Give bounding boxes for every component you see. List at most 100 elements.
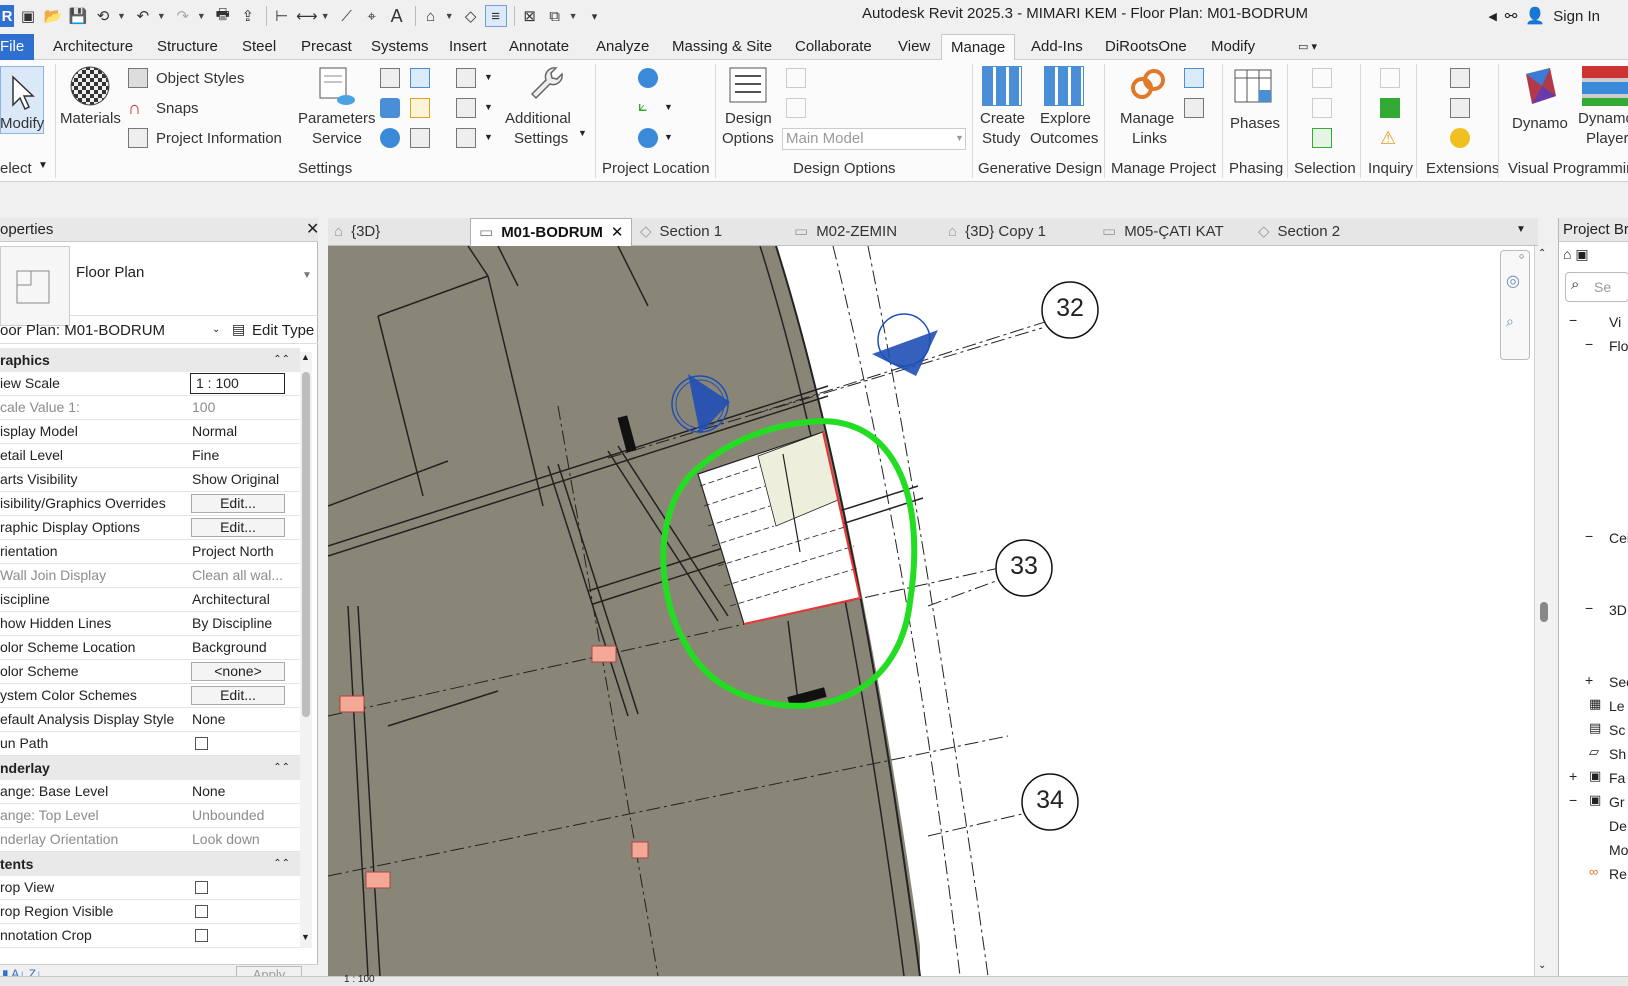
phases-label[interactable]: Phases (1230, 115, 1280, 132)
design-option-select[interactable]: Main Model (782, 128, 966, 150)
tab-list-dropdown-icon[interactable]: ▼ (1516, 224, 1526, 235)
coordinates-icon[interactable]: ⟀ (638, 98, 658, 118)
browser-item-sheets[interactable]: Sh (1609, 746, 1626, 762)
properties-scrollbar[interactable]: ▲ ▼ (300, 352, 312, 948)
3d-view-dropdown-icon[interactable]: ▼ (445, 11, 454, 21)
scroll-up-icon[interactable]: ▲ (301, 352, 310, 362)
extension-1-icon[interactable] (1450, 68, 1470, 88)
study-label[interactable]: Study (982, 130, 1020, 147)
manage-label[interactable]: Manage (1120, 110, 1174, 127)
browser-item-3d-views[interactable]: 3D (1609, 602, 1627, 618)
sign-in[interactable]: ◀ ⚯ 👤 Sign In (1488, 6, 1600, 26)
section-icon[interactable]: ◇ (460, 5, 482, 27)
redo-icon[interactable]: ↷ (172, 5, 194, 27)
options-label[interactable]: Options (722, 130, 774, 147)
chevron-left-icon[interactable]: ◀ (1488, 10, 1496, 23)
dimension-icon[interactable]: ⟷ (296, 5, 318, 27)
snaps-icon[interactable]: ∩ (128, 98, 148, 118)
tab-manage[interactable]: Manage (941, 34, 1016, 61)
tab-massing-site[interactable]: Massing & Site (670, 34, 774, 60)
measure-icon[interactable]: ⊢ (271, 5, 293, 27)
category-graphics[interactable]: raphics ⌃⌃ (0, 348, 300, 372)
tab-m01-bodrum[interactable]: ▭ M01-BODRUM ✕ (470, 218, 633, 246)
extension-2-icon[interactable] (1450, 98, 1470, 118)
category-underlay[interactable]: nderlay ⌃⌃ (0, 756, 300, 780)
canvas-vertical-scrollbar[interactable]: ⌃ ⌄ (1534, 246, 1552, 976)
browser-item-floor-plans[interactable]: Flo (1609, 338, 1628, 354)
sync-dropdown-icon[interactable]: ▼ (117, 11, 126, 21)
crop-region-checkbox[interactable] (195, 905, 208, 918)
steering-wheel-icon[interactable]: ◎ (1506, 271, 1520, 291)
project-information-label[interactable]: Project Information (156, 130, 282, 147)
close-hidden-icon[interactable]: ⊠ (519, 5, 541, 27)
redo-dropdown-icon[interactable]: ▼ (197, 11, 206, 21)
additional-icon[interactable] (456, 128, 476, 148)
open-icon[interactable]: 📂 (42, 5, 64, 27)
browser-item-detail-groups[interactable]: De (1609, 818, 1627, 834)
switch-windows-dropdown-icon[interactable]: ▼ (569, 11, 578, 21)
materials-label[interactable]: Materials (60, 110, 121, 127)
extension-3-icon[interactable] (1450, 128, 1470, 148)
expand-icon[interactable]: + (1585, 672, 1593, 688)
home-icon[interactable]: ▣ (17, 5, 39, 27)
prop-value[interactable]: Background (192, 636, 300, 659)
tab-3d-copy-1[interactable]: ⌂ {3D} Copy 1 (948, 218, 1046, 246)
parameters-service-icon[interactable] (316, 66, 356, 106)
sun-path-checkbox[interactable] (195, 737, 208, 750)
home-icon[interactable]: ⌂ (1563, 246, 1571, 262)
collapse-icon[interactable]: ⌃⌃ (273, 348, 290, 372)
browser-item-model-groups[interactable]: Mo (1609, 842, 1628, 858)
browser-item-ceiling-plans[interactable]: Cei (1609, 530, 1628, 546)
mep-settings-icon[interactable] (456, 68, 476, 88)
manage-images-icon[interactable] (1184, 68, 1204, 88)
navigation-bar[interactable]: ○ ◎ ⌕ (1500, 250, 1530, 360)
tab-annotate[interactable]: Annotate (507, 34, 571, 60)
sync-icon[interactable]: ⟲ (92, 5, 114, 27)
warnings-icon[interactable]: ⚠ (1380, 128, 1400, 148)
select-group[interactable]: elect (0, 160, 32, 177)
panel-schedule-icon[interactable] (456, 98, 476, 118)
tab-dirootsone[interactable]: DiRootsOne (1103, 34, 1189, 60)
undo-dropdown-icon[interactable]: ▼ (157, 11, 166, 21)
collapse-icon[interactable]: − (1585, 336, 1593, 352)
prop-value[interactable]: Fine (192, 444, 300, 467)
browser-item-schedules[interactable]: Sc (1609, 722, 1625, 738)
scroll-up-icon[interactable]: ⌃ (1538, 248, 1546, 259)
views-icon[interactable]: ▣ (1575, 246, 1588, 262)
design-option-dropdown-icon[interactable]: ▼ (955, 133, 964, 143)
select-dropdown-icon[interactable]: ▼ (38, 160, 48, 171)
browser-item-families[interactable]: Fa (1609, 770, 1625, 786)
tab-section-1[interactable]: ◇ Section 1 (640, 218, 722, 246)
tab-view[interactable]: View (896, 34, 932, 60)
tab-analyze[interactable]: Analyze (594, 34, 651, 60)
links-label[interactable]: Links (1132, 130, 1167, 147)
drawing-area[interactable]: 32 33 34 ○ ◎ ⌕ (328, 246, 1534, 976)
browser-item-revit-links[interactable]: Re (1609, 866, 1627, 882)
floor-plan-drawing[interactable] (328, 246, 1534, 976)
settings-label[interactable]: Settings (514, 130, 568, 147)
browser-item-views[interactable]: Vi (1609, 314, 1621, 330)
section-head-marker[interactable] (872, 313, 938, 376)
tab-architecture[interactable]: Architecture (51, 34, 135, 60)
system-color-edit-button[interactable]: Edit... (191, 686, 285, 705)
tab-insert[interactable]: Insert (447, 34, 489, 60)
tab-3d[interactable]: ⌂ {3D} (334, 218, 380, 246)
dimension-dropdown-icon[interactable]: ▼ (321, 11, 330, 21)
prop-value[interactable]: By Discipline (192, 612, 300, 635)
scroll-thumb[interactable] (302, 372, 310, 717)
tab-section-2[interactable]: ◇ Section 2 (1258, 218, 1340, 246)
align-dimension-icon[interactable]: ⟋ (336, 5, 358, 27)
additional-settings-dropdown-icon[interactable]: ▼ (578, 128, 587, 138)
prop-value[interactable]: Project North (192, 540, 300, 563)
customize-qat-icon[interactable]: ▾ (584, 5, 606, 27)
edit-type-button[interactable]: Edit Type (252, 322, 314, 339)
instance-dropdown-icon[interactable]: ⌄ (212, 324, 220, 335)
explore-outcomes-icon[interactable] (1044, 66, 1084, 106)
select-by-id-icon[interactable] (1380, 98, 1400, 118)
shared-parameters-icon[interactable] (380, 68, 400, 88)
tab-m02-zemin[interactable]: ▭ M02-ZEMIN (794, 218, 897, 246)
additional-label[interactable]: Additional (505, 110, 571, 127)
close-icon[interactable]: ○ (1519, 251, 1524, 261)
create-study-icon[interactable] (982, 66, 1022, 106)
project-units-icon[interactable] (380, 128, 400, 148)
